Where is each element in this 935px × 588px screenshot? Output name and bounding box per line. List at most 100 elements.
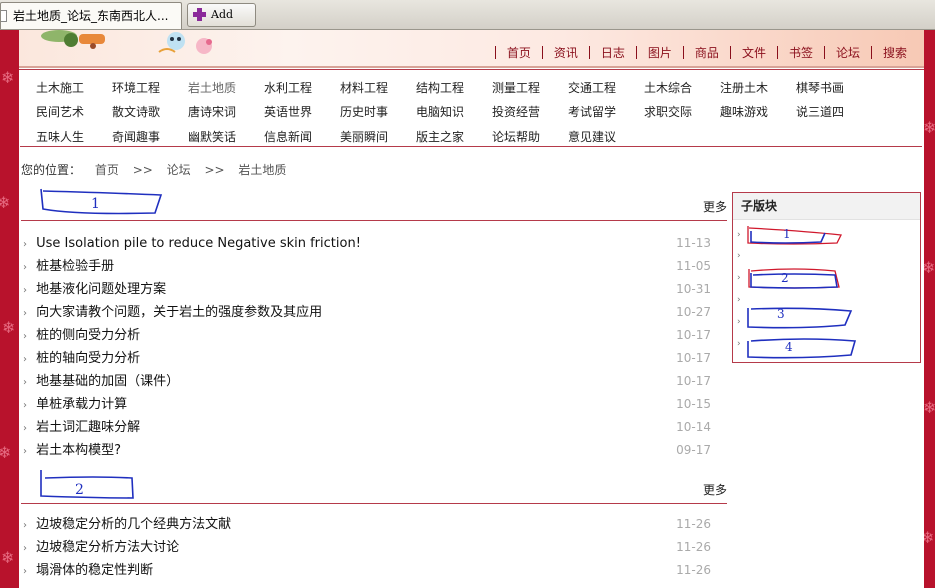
category-link[interactable]: 论坛帮助 — [492, 128, 568, 145]
plus-icon — [193, 8, 206, 21]
list-item[interactable]: › Use Isolation pile to reduce Negative … — [23, 232, 727, 255]
subforum-title: 子版块 — [733, 193, 920, 220]
subforum-panel: 子版块 › 1 › › 2 › › 3 › 4 — [732, 192, 921, 363]
category-link[interactable]: 唐诗宋词 — [188, 103, 264, 120]
bullet-icon: › — [737, 251, 741, 261]
post-date: 11-26 — [676, 563, 711, 577]
category-divider — [20, 146, 922, 147]
category-link[interactable]: 投资经营 — [492, 103, 568, 120]
category-link[interactable]: 结构工程 — [416, 79, 492, 96]
post-title[interactable]: 桩的轴向受力分析 — [36, 351, 140, 366]
post-title[interactable]: 桩基检验手册 — [36, 259, 114, 274]
category-link-current[interactable]: 岩土地质 — [188, 79, 264, 96]
handwritten-annotation-label: 1 — [91, 196, 100, 212]
handwritten-annotation-box[interactable] — [745, 265, 845, 291]
category-link[interactable]: 五味人生 — [36, 128, 112, 145]
category-link[interactable]: 环境工程 — [112, 79, 188, 96]
category-link[interactable]: 棋琴书画 — [796, 79, 872, 96]
breadcrumb-forum[interactable]: 论坛 — [167, 163, 191, 177]
category-link[interactable]: 民间艺术 — [36, 103, 112, 120]
handwritten-annotation-box[interactable] — [745, 305, 857, 331]
breadcrumb-home[interactable]: 首页 — [95, 163, 119, 177]
list-item[interactable]: › 桩基检验手册 11-05 — [23, 255, 727, 278]
bullet-icon: › — [23, 354, 27, 365]
topnav-search[interactable]: 搜索 — [872, 44, 918, 61]
topnav-blog[interactable]: 日志 — [590, 44, 636, 61]
category-row: 五味人生 奇闻趣事 幽默笑话 信息新闻 美丽瞬间 版主之家 论坛帮助 意见建议 — [36, 124, 916, 149]
more-link[interactable]: 更多 — [703, 481, 727, 498]
handwritten-annotation-box[interactable] — [745, 223, 845, 247]
category-link[interactable]: 幽默笑话 — [188, 128, 264, 145]
category-link[interactable]: 测量工程 — [492, 79, 568, 96]
topnav-files[interactable]: 文件 — [731, 44, 777, 61]
list-item[interactable]: › 塌滑体的稳定性判断 11-26 — [23, 559, 727, 582]
list-item[interactable]: › 边坡稳定分析的几个经典方法文献 11-26 — [23, 513, 727, 536]
handwritten-annotation-box[interactable] — [745, 337, 861, 361]
category-link[interactable]: 土木综合 — [644, 79, 720, 96]
post-title[interactable]: 向大家请教个问题，关于岩土的强度参数及其应用 — [36, 305, 322, 320]
category-link[interactable]: 交通工程 — [568, 79, 644, 96]
breadcrumb-current: 岩土地质 — [238, 163, 287, 177]
category-link[interactable]: 散文诗歌 — [112, 103, 188, 120]
category-link[interactable]: 土木施工 — [36, 79, 112, 96]
more-link[interactable]: 更多 — [703, 198, 727, 215]
topnav-products[interactable]: 商品 — [684, 44, 730, 61]
post-title[interactable]: 岩土本构模型? — [36, 443, 121, 458]
category-link[interactable]: 材料工程 — [340, 79, 416, 96]
post-title[interactable]: 地基液化问题处理方案 — [36, 282, 166, 297]
category-link[interactable]: 说三道四 — [796, 103, 872, 120]
category-link[interactable]: 水利工程 — [264, 79, 340, 96]
snowflake-icon: ❄ — [924, 258, 935, 277]
snowflake-icon: ❄ — [2, 318, 16, 337]
topnav-home[interactable]: 首页 — [496, 44, 542, 61]
post-date: 10-17 — [676, 351, 711, 365]
handwritten-annotation-box — [40, 470, 134, 499]
list-item[interactable]: › 岩土词汇趣味分解 10-14 — [23, 416, 727, 439]
category-link[interactable]: 趣味游戏 — [720, 103, 796, 120]
category-link[interactable]: 美丽瞬间 — [340, 128, 416, 145]
list-item[interactable]: › 岩土本构模型? 09-17 — [23, 439, 727, 462]
category-link[interactable]: 电脑知识 — [416, 103, 492, 120]
category-link[interactable]: 信息新闻 — [264, 128, 340, 145]
list-item[interactable]: › 桩的侧向受力分析 10-17 — [23, 324, 727, 347]
category-link[interactable]: 版主之家 — [416, 128, 492, 145]
handwritten-annotation-label: 1 — [783, 227, 791, 241]
post-title[interactable]: 边坡稳定分析方法大讨论 — [36, 540, 179, 555]
topnav-bookmarks[interactable]: 书签 — [778, 44, 824, 61]
post-list: › 边坡稳定分析的几个经典方法文献 11-26 › 边坡稳定分析方法大讨论 11… — [23, 513, 727, 582]
category-link[interactable]: 英语世界 — [264, 103, 340, 120]
post-date: 11-26 — [676, 540, 711, 554]
post-title[interactable]: Use Isolation pile to reduce Negative sk… — [36, 236, 361, 251]
list-item[interactable]: › 单桩承载力计算 10-15 — [23, 393, 727, 416]
list-item[interactable]: › 地基液化问题处理方案 10-31 — [23, 278, 727, 301]
browser-tab-active[interactable]: 岩土地质_论坛_东南西北人... — [0, 2, 182, 29]
topnav-images[interactable]: 图片 — [637, 44, 683, 61]
category-link[interactable]: 注册土木 — [720, 79, 796, 96]
snowflake-icon: ❄ — [924, 528, 935, 547]
post-title[interactable]: 岩土词汇趣味分解 — [36, 420, 140, 435]
post-title[interactable]: 桩的侧向受力分析 — [36, 328, 140, 343]
list-item[interactable]: › 地基基础的加固（课件） 10-17 — [23, 370, 727, 393]
category-link[interactable]: 意见建议 — [568, 128, 644, 145]
list-item[interactable]: › 边坡稳定分析方法大讨论 11-26 — [23, 536, 727, 559]
post-title[interactable]: 塌滑体的稳定性判断 — [36, 563, 153, 578]
category-link[interactable]: 历史时事 — [340, 103, 416, 120]
post-title[interactable]: 地基基础的加固（课件） — [36, 374, 179, 389]
browser-tab-title: 岩土地质_论坛_东南西北人... — [13, 9, 169, 23]
section-header: 1 更多 — [21, 188, 727, 221]
topnav-forum[interactable]: 论坛 — [825, 44, 871, 61]
post-title[interactable]: 单桩承载力计算 — [36, 397, 127, 412]
category-link[interactable]: 求职交际 — [644, 103, 720, 120]
post-title[interactable]: 边坡稳定分析的几个经典方法文献 — [36, 517, 231, 532]
header-divider — [19, 69, 924, 70]
category-row: 民间艺术 散文诗歌 唐诗宋词 英语世界 历史时事 电脑知识 投资经营 考试留学 … — [36, 100, 916, 125]
bullet-icon: › — [737, 339, 741, 349]
add-tab-button[interactable]: Add Tab — [187, 3, 256, 43]
category-link[interactable]: 考试留学 — [568, 103, 644, 120]
list-item[interactable]: › 向大家请教个问题，关于岩土的强度参数及其应用 10-27 — [23, 301, 727, 324]
list-item[interactable]: › 桩的轴向受力分析 10-17 — [23, 347, 727, 370]
bullet-icon: › — [23, 400, 27, 411]
category-link[interactable]: 奇闻趣事 — [112, 128, 188, 145]
top-navigation: 首页 资讯 日志 图片 商品 文件 书签 论坛 搜索 — [494, 43, 918, 61]
topnav-news[interactable]: 资讯 — [543, 44, 589, 61]
